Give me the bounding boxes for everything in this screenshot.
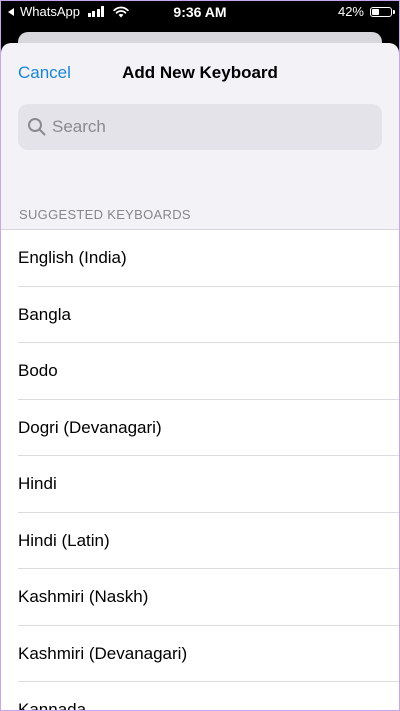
keyboard-name: Kashmiri (Naskh) <box>18 587 149 606</box>
search-input[interactable] <box>52 117 352 137</box>
search-bar[interactable] <box>18 104 382 150</box>
page-title: Add New Keyboard <box>122 63 278 82</box>
keyboard-name: English (India) <box>18 248 127 267</box>
keyboard-list-item[interactable]: Kashmiri (Devanagari) <box>1 626 399 683</box>
keyboard-name: Bodo <box>18 361 58 380</box>
keyboard-name: Kannada <box>18 700 87 711</box>
keyboard-list-item[interactable]: Bodo <box>1 343 399 400</box>
keyboard-list-item[interactable]: Dogri (Devanagari) <box>1 400 399 457</box>
section-header: SUGGESTED KEYBOARDS <box>19 207 191 222</box>
keyboard-list-item[interactable]: Hindi <box>1 456 399 513</box>
keyboard-list-item[interactable]: Kashmiri (Naskh) <box>1 569 399 626</box>
battery-status: 42% <box>337 4 395 19</box>
battery-percentage: 42% <box>337 4 364 19</box>
keyboard-name: Hindi (Latin) <box>18 530 110 550</box>
search-icon <box>28 118 46 136</box>
keyboard-list-item[interactable]: Bangla <box>1 287 399 344</box>
keyboard-list-item[interactable]: English (India) <box>1 230 399 287</box>
battery-level <box>372 8 379 15</box>
battery-icon <box>370 6 395 17</box>
keyboard-list: English (India) Bangla Bodo Dogri (Devanaga… <box>1 229 399 711</box>
keyboard-name: Kashmiri (Devanagari) <box>18 643 188 663</box>
keyboard-name: Hindi <box>18 474 57 493</box>
status-bar: WhatsApp 9:36 AM 42% <box>0 0 400 24</box>
navigation-bar: Cancel Add New Keyboard <box>1 43 399 101</box>
keyboard-list-item[interactable]: Kannada <box>1 682 399 711</box>
keyboard-name: Bangla <box>18 304 71 324</box>
keyboard-list-item[interactable]: Hindi (Latin) <box>1 513 399 570</box>
add-keyboard-sheet: Cancel Add New Keyboard SUGGESTED KEYBOA… <box>1 43 399 711</box>
keyboard-name: Dogri (Devanagari) <box>18 417 162 437</box>
